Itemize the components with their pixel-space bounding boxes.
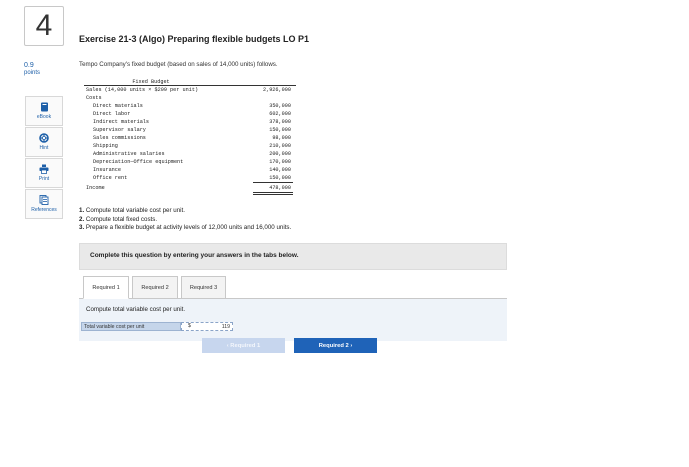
cost-value: 140,000 xyxy=(269,167,291,173)
cost-label: Shipping xyxy=(93,143,118,149)
income-double-rule xyxy=(253,192,293,195)
cost-value: 170,000 xyxy=(269,159,291,165)
cost-label: Sales commissions xyxy=(93,135,146,141)
cost-label: Direct materials xyxy=(93,103,143,109)
cost-label: Indirect materials xyxy=(93,119,150,125)
cost-label: Administrative salaries xyxy=(93,151,165,157)
tab-required-1[interactable]: Required 1 xyxy=(83,276,129,299)
cost-label: Office rent xyxy=(93,175,128,181)
requirement-item: 3. Prepare a flexible budget at activity… xyxy=(79,224,291,233)
tab-required-2[interactable]: Required 2 xyxy=(132,276,178,299)
exercise-title: Exercise 21-3 (Algo) Preparing flexible … xyxy=(79,34,310,44)
sales-value: 2,926,000 xyxy=(262,87,291,93)
costs-label: Costs xyxy=(86,95,102,101)
previous-required-button[interactable]: ‹ Required 1 xyxy=(202,338,285,353)
tool-label: Hint xyxy=(39,145,49,151)
answer-label: Total variable cost per unit xyxy=(81,322,181,331)
currency-symbol: $ xyxy=(188,323,191,329)
cost-row: Indirect materials 378,000 xyxy=(82,119,298,127)
cost-row: Direct labor 602,000 xyxy=(82,111,298,119)
points-label: points xyxy=(24,70,41,76)
tool-label: References xyxy=(31,207,57,213)
cost-value: 200,000 xyxy=(269,151,291,157)
points-value: 0.9 xyxy=(24,62,34,69)
cost-row: Sales commissions 98,000 xyxy=(82,135,298,143)
cost-row: Insurance 140,000 xyxy=(82,167,298,175)
documents-icon xyxy=(39,195,49,205)
total-cost-rule xyxy=(253,182,293,183)
sales-label: Sales (14,000 units × $209 per unit) xyxy=(86,87,199,93)
cost-label: Direct labor xyxy=(93,111,131,117)
fixed-budget-table: Fixed Budget Sales (14,000 units × $209 … xyxy=(82,77,298,195)
requirement-item: 2. Compute total fixed costs. xyxy=(79,216,291,225)
income-value: 478,000 xyxy=(269,185,291,191)
cost-row: Administrative salaries 200,000 xyxy=(82,151,298,159)
tab-instruction: Compute total variable cost per unit. xyxy=(86,306,186,313)
tool-label: eBook xyxy=(36,114,52,120)
cost-value: 602,000 xyxy=(269,111,291,117)
cost-value: 210,000 xyxy=(269,143,291,149)
cost-row: Supervisor salary 150,000 xyxy=(82,127,298,135)
lifebuoy-icon xyxy=(39,133,49,143)
requirement-item: 1. Compute total variable cost per unit. xyxy=(79,207,291,216)
hint-button[interactable]: Hint xyxy=(25,127,63,157)
cost-value: 150,000 xyxy=(269,127,291,133)
cost-row: Depreciation—Office equipment 170,000 xyxy=(82,159,298,167)
ebook-button[interactable]: eBook xyxy=(25,96,63,126)
printer-icon xyxy=(39,164,49,174)
cost-value: 350,000 xyxy=(269,103,291,109)
budget-header-rule xyxy=(84,85,296,86)
references-button[interactable]: References xyxy=(25,189,63,219)
cost-row: Direct materials 350,000 xyxy=(82,103,298,111)
tab-required-3[interactable]: Required 3 xyxy=(181,276,226,299)
question-number: 4 xyxy=(24,6,64,46)
cost-row: Shipping 210,000 xyxy=(82,143,298,151)
variable-cost-per-unit-input[interactable] xyxy=(195,322,232,331)
exercise-intro: Tempo Company's fixed budget (based on s… xyxy=(79,61,278,68)
cost-value: 378,000 xyxy=(269,119,291,125)
requirement-text: Prepare a flexible budget at activity le… xyxy=(84,224,292,232)
requirement-text: Compute total variable cost per unit. xyxy=(84,207,185,214)
cost-label: Supervisor salary xyxy=(93,127,146,133)
instruction-text: Complete this question by entering your … xyxy=(90,252,299,259)
requirement-text: Compute total fixed costs. xyxy=(84,215,158,223)
book-icon xyxy=(40,102,48,112)
costs-row: Costs xyxy=(82,95,298,103)
cost-value: 98,000 xyxy=(272,135,291,141)
sales-row: Sales (14,000 units × $209 per unit) 2,9… xyxy=(82,87,298,95)
next-required-button[interactable]: Required 2 › xyxy=(294,338,377,353)
requirements-list: 1. Compute total variable cost per unit.… xyxy=(79,207,291,233)
cost-label: Depreciation—Office equipment xyxy=(93,159,184,165)
tool-label: Print xyxy=(38,176,50,182)
print-button[interactable]: Print xyxy=(25,158,63,188)
cost-label: Insurance xyxy=(93,167,122,173)
cost-value: 150,000 xyxy=(269,175,291,181)
income-label: Income xyxy=(86,185,105,191)
